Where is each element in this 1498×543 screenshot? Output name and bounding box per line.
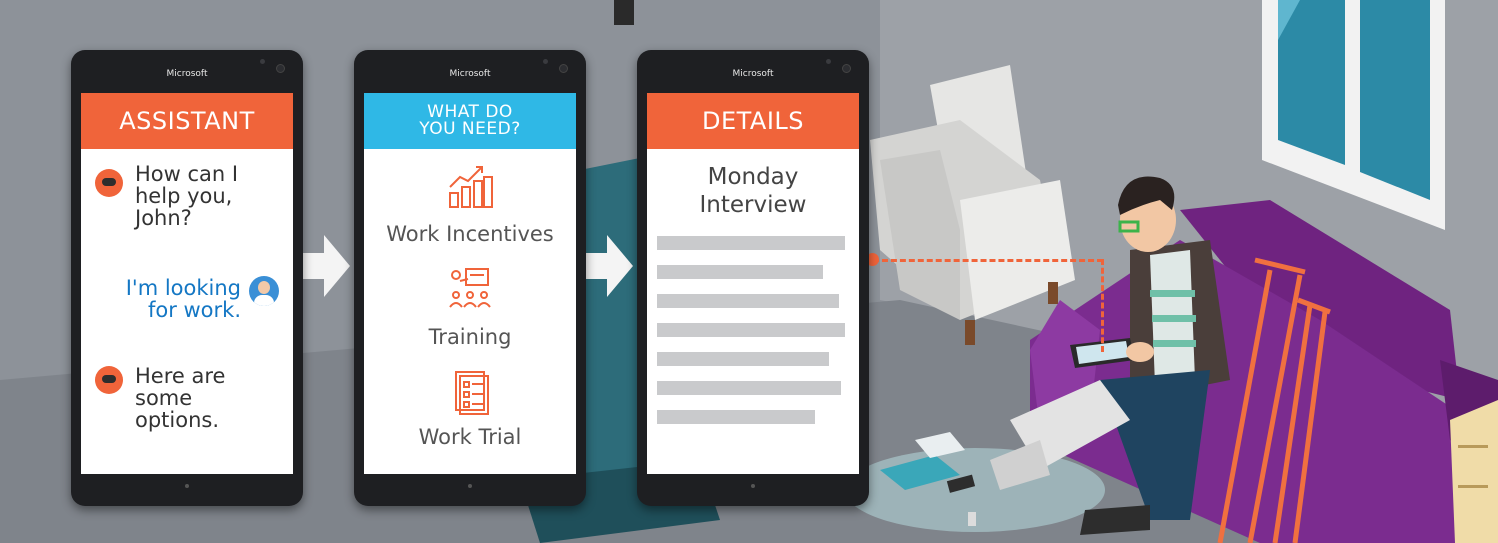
document-checklist-icon [455,371,489,415]
connector-line-vertical [1101,259,1104,352]
text-placeholder-line [657,323,845,337]
user-avatar-icon [249,276,279,306]
phone-details: Microsoft DETAILS Monday Interview [637,50,869,506]
phone-brand: Microsoft [166,69,208,79]
option-work-trial[interactable]: Work Trial [364,425,576,449]
text-placeholder-line [657,381,841,395]
camera-icon [276,64,285,73]
text-placeholder-line [657,352,829,366]
phone-brand: Microsoft [732,69,774,79]
text-placeholder-line [657,294,839,308]
phone-screen: WHAT DO YOU NEED? Work Incentives Traini… [364,93,576,474]
screen-header: ASSISTANT [81,93,293,149]
connector-line [873,259,1103,262]
assistant-message: Here are some options. [135,364,226,432]
arrow-right-icon [585,235,633,297]
camera-icon [559,64,568,73]
text-placeholder-line [657,236,845,250]
phone-what-do-you-need: Microsoft WHAT DO YOU NEED? Work Incenti… [354,50,586,506]
text-placeholder-line [657,410,815,424]
header-title: DETAILS [701,107,805,135]
assistant-avatar-icon [95,169,123,197]
assistant-avatar-icon [95,366,123,394]
user-message: I'm looking for work. [125,276,241,322]
screen-header: DETAILS [647,93,859,149]
phone-screen: DETAILS Monday Interview [647,93,859,474]
chart-growth-icon [449,166,493,208]
phone-screen: ASSISTANT How can I help you, John? I'm … [81,93,293,474]
camera-icon [842,64,851,73]
details-title: Monday Interview [699,164,807,218]
option-work-incentives[interactable]: Work Incentives [364,222,576,246]
header-title-line: YOU NEED? [419,119,521,139]
option-training[interactable]: Training [364,325,576,349]
arrow-right-icon [302,235,350,297]
screen-header: WHAT DO YOU NEED? [364,93,576,149]
assistant-message: How can I help you, John? [135,162,239,230]
text-placeholder-line [657,265,823,279]
training-group-icon [449,268,491,308]
header-title: ASSISTANT [119,107,255,135]
phone-assistant: Microsoft ASSISTANT How can I help you, … [71,50,303,506]
phone-brand: Microsoft [449,69,491,79]
